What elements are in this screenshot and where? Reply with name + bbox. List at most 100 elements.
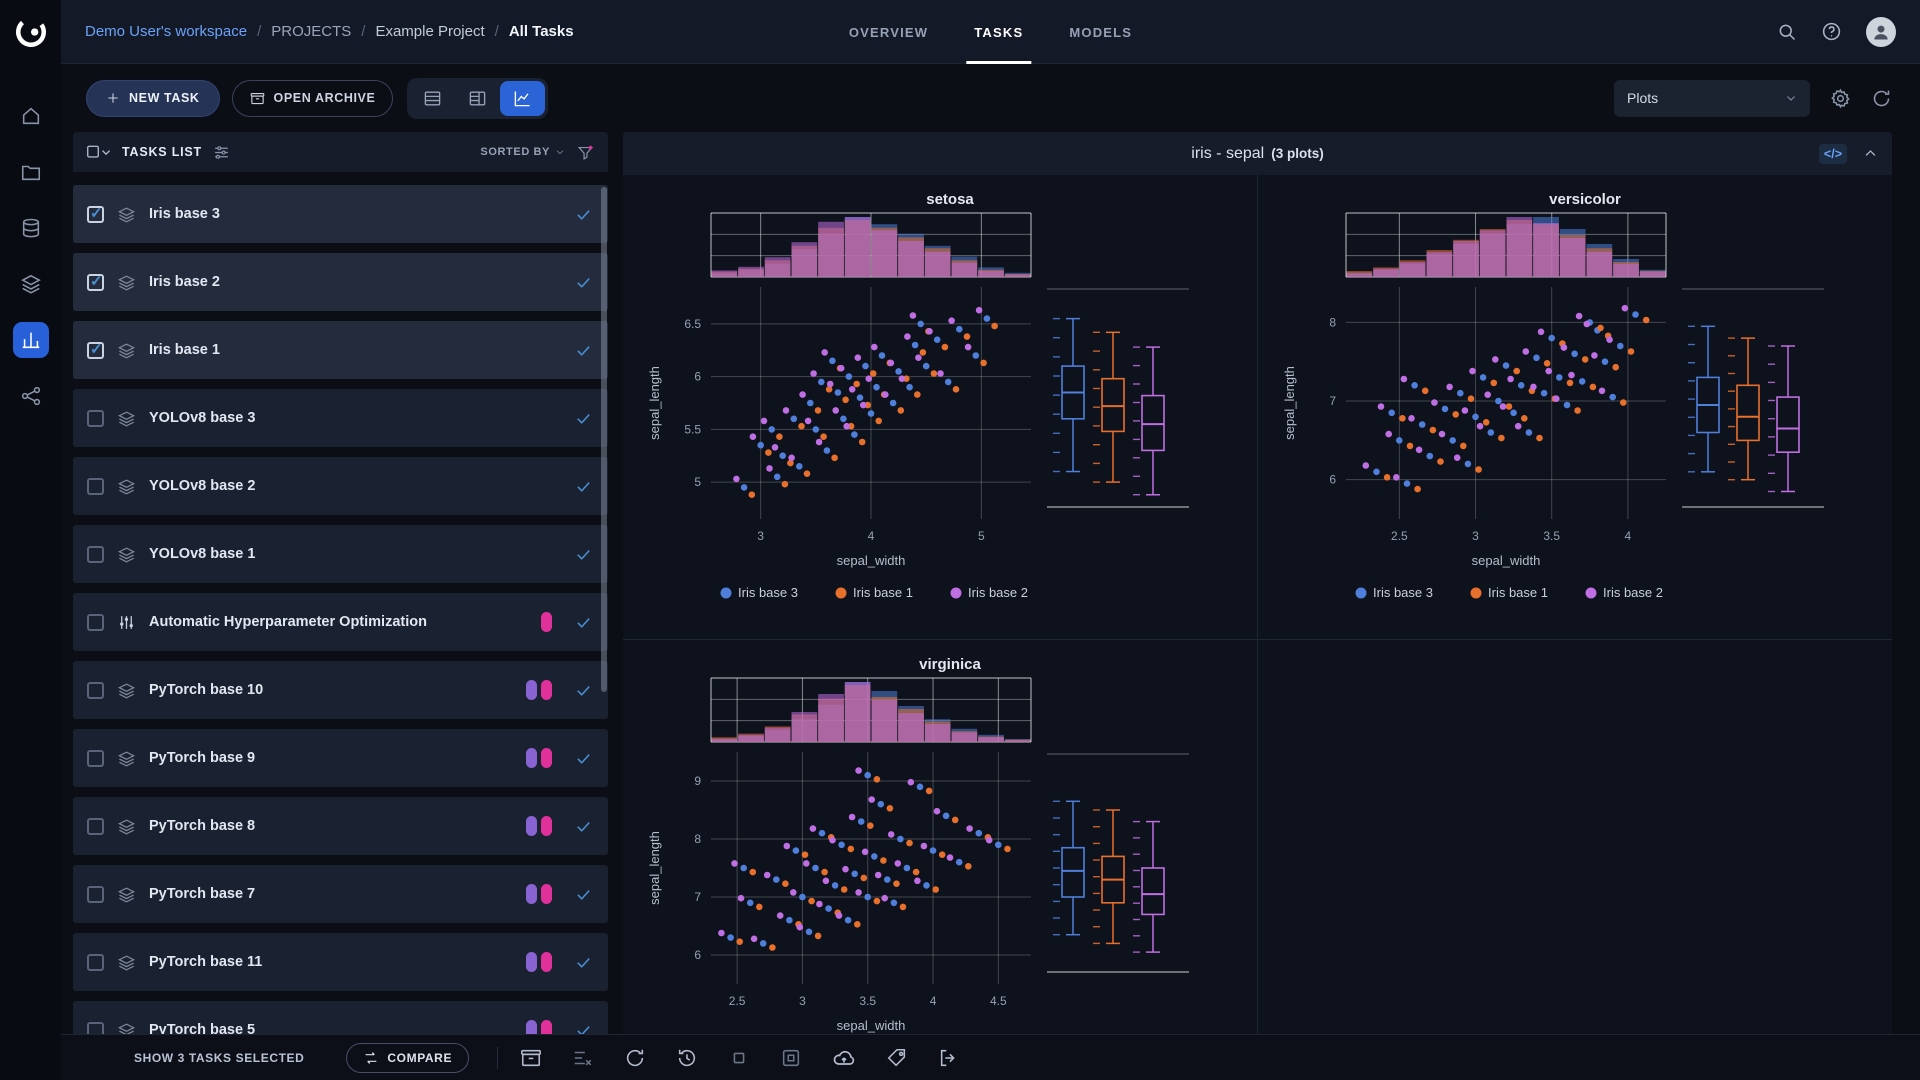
subplot-versicolor[interactable]: versicolor2.533.54678sepal_widthsepal_le… [1258,175,1893,640]
task-row[interactable]: PyTorch base 9 [73,729,608,787]
svg-text:sepal_length: sepal_length [1282,366,1297,440]
collapse-panel-icon[interactable] [1863,146,1878,161]
help-icon[interactable] [1821,21,1842,42]
svg-text:4: 4 [1624,529,1631,543]
filter-icon[interactable] [577,144,594,161]
breadcrumb-project[interactable]: Example Project [375,23,484,40]
task-checkbox[interactable] [87,614,104,631]
task-name: PyTorch base 10 [149,682,513,698]
task-name: PyTorch base 5 [149,1022,513,1034]
dequeue-button[interactable] [572,1047,594,1069]
split-view-icon[interactable] [455,81,500,116]
task-tags [526,748,552,768]
open-archive-button[interactable]: OPEN ARCHIVE [232,80,394,117]
chevron-down-icon [1785,92,1797,104]
svg-text:2.5: 2.5 [729,994,746,1008]
view-mode-toggle [407,78,548,119]
task-row[interactable]: YOLOv8 base 2 [73,457,608,515]
nav-pipelines-icon[interactable] [13,266,49,302]
task-checkbox[interactable] [87,682,104,699]
svg-text:sepal_width: sepal_width [837,1018,906,1033]
svg-text:3.5: 3.5 [859,994,876,1008]
task-row[interactable]: PyTorch base 8 [73,797,608,855]
abort-all-children-button[interactable] [780,1047,802,1069]
task-checkbox[interactable] [87,954,104,971]
add-tag-button[interactable] [886,1047,908,1069]
retry-button[interactable] [624,1047,646,1069]
settings-gear-icon[interactable] [1830,88,1851,109]
task-row[interactable]: PyTorch base 7 [73,865,608,923]
auto-refresh-icon[interactable] [1871,88,1892,109]
nav-projects-icon[interactable] [13,154,49,190]
task-row[interactable]: Iris base 1 [73,321,608,379]
nav-dashboard-icon[interactable] [13,98,49,134]
clearml-logo[interactable] [11,12,51,52]
archive-button[interactable] [520,1047,542,1069]
breadcrumb-workspace[interactable]: Demo User's workspace [85,23,247,40]
task-row[interactable]: Iris base 2 [73,253,608,311]
plots-panel-title-group: iris - sepal (3 plots) [1191,145,1323,163]
nav-reports-icon[interactable] [13,322,49,358]
sorted-by-label: SORTED BY [480,146,550,158]
svg-text:sepal_width: sepal_width [837,553,906,568]
task-name: YOLOv8 base 1 [149,546,539,562]
user-avatar[interactable] [1866,17,1896,47]
task-checkbox[interactable] [87,342,104,359]
experiment-type-icon [117,1021,136,1035]
tab-tasks[interactable]: TASKS [974,0,1023,64]
show-selected-toggle[interactable]: SHOW 3 TASKS SELECTED [134,1051,304,1065]
app-root: Demo User's workspace / PROJECTS / Examp… [0,0,1920,1080]
task-checkbox[interactable] [87,1022,104,1035]
move-to-project-button[interactable] [938,1047,960,1069]
embed-code-icon[interactable]: </> [1819,144,1847,164]
subplot-setosa[interactable]: setosa34555.566.5sepal_widthsepal_length… [623,175,1258,640]
new-task-button[interactable]: NEW TASK [86,80,220,117]
select-all-checkbox[interactable] [87,144,111,160]
compare-button[interactable]: COMPARE [346,1043,469,1073]
task-row[interactable]: PyTorch base 10 [73,661,608,719]
task-row[interactable]: PyTorch base 5 [73,1001,608,1034]
task-tag-pill [541,748,552,768]
task-row[interactable]: Automatic Hyperparameter Optimization [73,593,608,651]
svg-text:sepal_length: sepal_length [647,831,662,905]
task-row[interactable]: PyTorch base 11 [73,933,608,991]
plots-panel: iris - sepal (3 plots) </> setosa34555.5… [623,132,1892,1034]
task-name: Iris base 3 [149,206,539,222]
subplot-virginica[interactable]: virginica2.533.544.56789sepal_widthsepal… [623,640,1258,1034]
task-row[interactable]: Iris base 3 [73,185,608,243]
svg-text:3: 3 [1472,529,1479,543]
task-checkbox[interactable] [87,274,104,291]
task-checkbox[interactable] [87,410,104,427]
task-status-completed-icon [575,546,592,563]
task-checkbox[interactable] [87,546,104,563]
search-icon[interactable] [1777,22,1797,42]
tab-models[interactable]: MODELS [1069,0,1132,64]
nav-workers-icon[interactable] [13,378,49,414]
tab-overview[interactable]: OVERVIEW [849,0,928,64]
tasks-list-scrollbar[interactable] [601,187,607,692]
experiment-type-icon [117,273,136,292]
metric-variant-value: Plots [1627,90,1658,106]
abort-button[interactable] [728,1047,750,1069]
nav-datasets-icon[interactable] [13,210,49,246]
content-area: TASKS LIST SORTED BY [61,132,1920,1034]
task-checkbox[interactable] [87,750,104,767]
task-checkbox[interactable] [87,478,104,495]
breadcrumb-projects[interactable]: PROJECTS [271,23,351,40]
metric-variant-select[interactable]: Plots [1614,80,1810,117]
task-checkbox[interactable] [87,886,104,903]
customize-columns-icon[interactable] [213,144,230,161]
task-row[interactable]: YOLOv8 base 3 [73,389,608,447]
table-view-icon[interactable] [410,81,455,116]
task-checkbox[interactable] [87,818,104,835]
svg-text:5: 5 [694,475,701,489]
task-checkbox[interactable] [87,206,104,223]
chart-view-icon[interactable] [500,81,545,116]
reset-button[interactable] [676,1047,698,1069]
sorted-by-control[interactable]: SORTED BY [480,146,565,158]
task-row[interactable]: YOLOv8 base 1 [73,525,608,583]
publish-button[interactable] [832,1046,856,1070]
svg-text:9: 9 [694,774,701,788]
app-rail [0,0,61,1080]
task-tag-pill [541,884,552,904]
